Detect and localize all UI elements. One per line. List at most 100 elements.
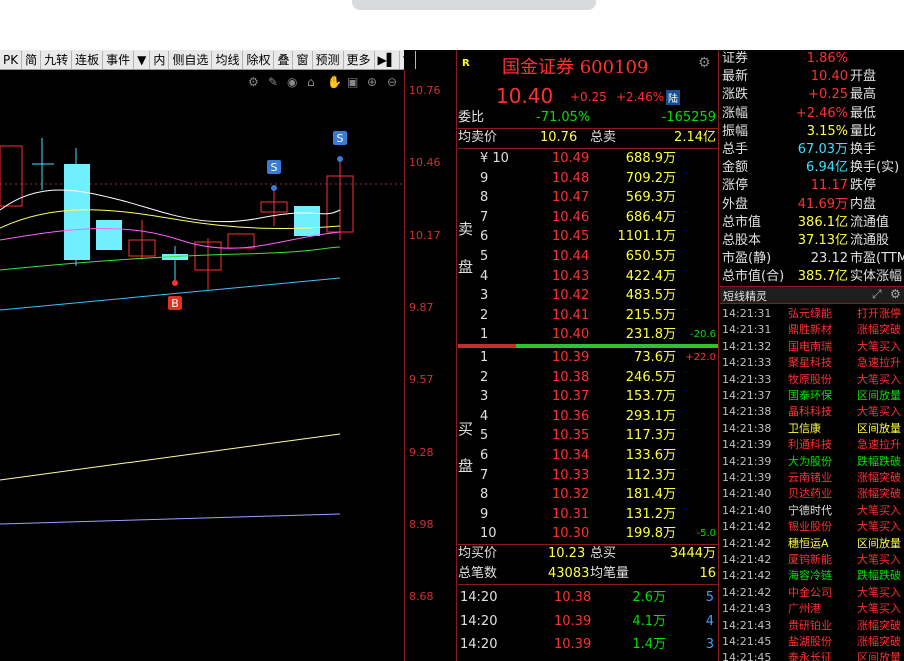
feed-stock: 鼎胜新材 (788, 323, 832, 337)
bid-row[interactable]: 4 10.36 293.1万 (458, 407, 718, 427)
price: 10.42 (552, 288, 590, 304)
feed-item[interactable]: 14:21:33 牧原股份 大笔买入 (720, 372, 904, 388)
ask-row[interactable]: 3 10.42 483.5万 (458, 286, 718, 306)
signal-b1[interactable]: B (168, 280, 182, 310)
ask-row[interactable]: 5 10.44 650.5万 (458, 247, 718, 267)
stat-value: 386.1亿 (797, 214, 848, 230)
bid-row[interactable]: 2 10.38 246.5万 (458, 368, 718, 388)
level: 2 (480, 369, 489, 385)
stat-value: 10.40 (810, 69, 848, 85)
gear-icon[interactable]: ⚙ (698, 55, 711, 71)
toolbar-item[interactable]: 除权 (243, 50, 275, 69)
stat-label: 涨幅 (722, 105, 749, 121)
level: ¥ 10 (480, 151, 509, 166)
avg-buy-price: 10.23 (548, 546, 586, 561)
feed-item[interactable]: 14:21:38 晶科科技 大笔买入 (720, 404, 904, 420)
basket-icon[interactable]: ⌂ (307, 75, 315, 89)
feed-item[interactable]: 14:21:42 中金公司 大笔买入 (720, 585, 904, 601)
ask-row[interactable]: 1 10.40 231.8万 -20.6 (458, 325, 718, 345)
ask-row[interactable]: 7 10.46 686.4万 (458, 208, 718, 228)
feed-item[interactable]: 14:21:42 厦钨新能 大笔买入 (720, 552, 904, 568)
level: 8 (480, 487, 489, 503)
feed-event: 大笔买入 (857, 585, 901, 599)
eye-icon[interactable]: ◉ (287, 75, 297, 89)
feed-item[interactable]: 14:21:40 贝达药业 涨幅突破 (720, 486, 904, 502)
feed-stock: 宁德时代 (788, 503, 832, 517)
feed-item[interactable]: 14:21:38 卫信康 区间放量 (720, 421, 904, 437)
window-handle[interactable] (352, 0, 596, 10)
bid-row[interactable]: 10 10.30 199.8万 -5.0 (458, 524, 718, 544)
candlestick-chart[interactable]: ⚙ ✎ ◉ ⌂ ✋ ▣ ⊕ ⊖ S S B (0, 70, 404, 661)
toolbar-item[interactable]: 事件 (103, 50, 135, 69)
zoom-in-icon[interactable]: ⊕ (367, 75, 377, 89)
toolbar-item[interactable]: 预测 (313, 50, 344, 69)
feed-item[interactable]: 14:21:37 国泰环保 区间放量 (720, 388, 904, 404)
stat-label: 金额 (722, 160, 749, 176)
feed-item[interactable]: 14:21:33 聚星科技 急速拉升 (720, 355, 904, 371)
ask-row[interactable]: ¥ 10 10.49 688.9万 (458, 149, 718, 169)
ask-row[interactable]: 9 10.48 709.2万 (458, 169, 718, 189)
stat-value: 23.12 (810, 251, 848, 267)
toolbar-item[interactable]: 九转 (41, 50, 73, 69)
ask-row[interactable]: 8 10.47 569.3万 (458, 188, 718, 208)
lock-icon[interactable]: ▣ (347, 75, 358, 89)
bid-row[interactable]: 5 10.35 117.3万 (458, 426, 718, 446)
feed-item[interactable]: 14:21:32 国电南瑞 大笔买入 (720, 339, 904, 355)
toolbar-item[interactable]: PK (0, 50, 23, 69)
feed-item[interactable]: 14:21:39 利通科技 急速拉升 (720, 437, 904, 453)
hand-icon[interactable]: ✋ (327, 75, 342, 89)
toolbar-item[interactable]: 侧自选 (169, 50, 213, 69)
feed-item[interactable]: 14:21:42 穗恒运A 区间放量 (720, 536, 904, 552)
price-axis-label: 10.17 (409, 228, 441, 242)
feed-item[interactable]: 14:21:43 贵研铂业 涨幅突破 (720, 618, 904, 634)
stat-label-2: 流通值 (850, 214, 890, 230)
ask-row[interactable]: 2 10.41 215.5万 (458, 306, 718, 326)
feed-item[interactable]: 14:21:40 宁德时代 大笔买入 (720, 503, 904, 519)
toolbar-item[interactable]: ▼ (400, 50, 417, 69)
feed-event: 大笔买入 (857, 520, 901, 534)
toolbar-item[interactable]: 连板 (72, 50, 104, 69)
price-axis-label: 10.46 (409, 156, 441, 170)
settings-icon[interactable]: ⚙ (248, 75, 259, 89)
ask-row[interactable]: 4 10.43 422.4万 (458, 267, 718, 287)
bid-row[interactable]: 1 10.39 73.6万 +22.0 (458, 348, 718, 368)
signal-s1[interactable]: S (267, 160, 281, 191)
expand-icon[interactable]: ⤢ (872, 287, 882, 302)
feed-item[interactable]: 14:21:39 大为股份 跌幅跌破 (720, 454, 904, 470)
feed-item[interactable]: 14:21:43 广州港 大笔买入 (720, 601, 904, 617)
bid-row[interactable]: 3 10.37 153.7万 (458, 387, 718, 407)
signal-s2[interactable]: S (333, 131, 347, 162)
stat-label-2: 最低 (850, 105, 877, 121)
feed-item[interactable]: 14:21:31 鼎胜新材 涨幅突破 (720, 322, 904, 338)
toolbar-item[interactable]: 叠 (274, 50, 294, 69)
bid-row[interactable]: 8 10.32 181.4万 (458, 485, 718, 505)
stock-name[interactable]: 国金证券 600109 (502, 53, 648, 79)
toolbar-item[interactable]: ▼ (134, 50, 151, 69)
zoom-out-icon[interactable]: ⊖ (387, 75, 397, 89)
board-badge: 陆 (666, 90, 680, 105)
feed-item[interactable]: 14:21:42 海容冷链 跌幅跌破 (720, 568, 904, 584)
bid-row[interactable]: 6 10.34 133.6万 (458, 446, 718, 466)
feed-title: 短线精灵 (723, 290, 767, 303)
feed-item[interactable]: 14:21:42 锡业股份 大笔买入 (720, 519, 904, 535)
bid-row[interactable]: 7 10.33 112.3万 (458, 466, 718, 486)
toolbar-item[interactable]: ▶▌ (375, 50, 400, 69)
feed-item[interactable]: 14:21:45 泰永长征 区间放量 (720, 650, 904, 661)
toolbar-item[interactable]: 简 (22, 50, 42, 69)
feed-item[interactable]: 14:21:39 云南锗业 涨幅突破 (720, 470, 904, 486)
toolbar-item[interactable]: 更多 (344, 50, 375, 69)
feed-event: 跌幅跌破 (857, 454, 901, 468)
feed-item[interactable]: 14:21:31 弘元绿能 打开涨停 (720, 306, 904, 322)
bid-row[interactable]: 9 10.31 131.2万 (458, 505, 718, 525)
feed-time: 14:21:43 (722, 602, 772, 616)
toolbar-item[interactable]: 均线 (212, 50, 244, 69)
feed-event: 大笔买入 (857, 503, 901, 517)
total-trades-label: 总笔数 (458, 566, 498, 581)
feed-item[interactable]: 14:21:45 盐湖股份 涨幅突破 (720, 634, 904, 650)
stat-label: 振幅 (722, 123, 749, 139)
pen-icon[interactable]: ✎ (268, 75, 278, 89)
toolbar-item[interactable]: 窗 (293, 50, 313, 69)
ask-row[interactable]: 6 10.45 1101.1万 (458, 227, 718, 247)
settings-icon[interactable]: ⚙ (890, 287, 901, 301)
toolbar-item[interactable]: 内 (150, 50, 170, 69)
